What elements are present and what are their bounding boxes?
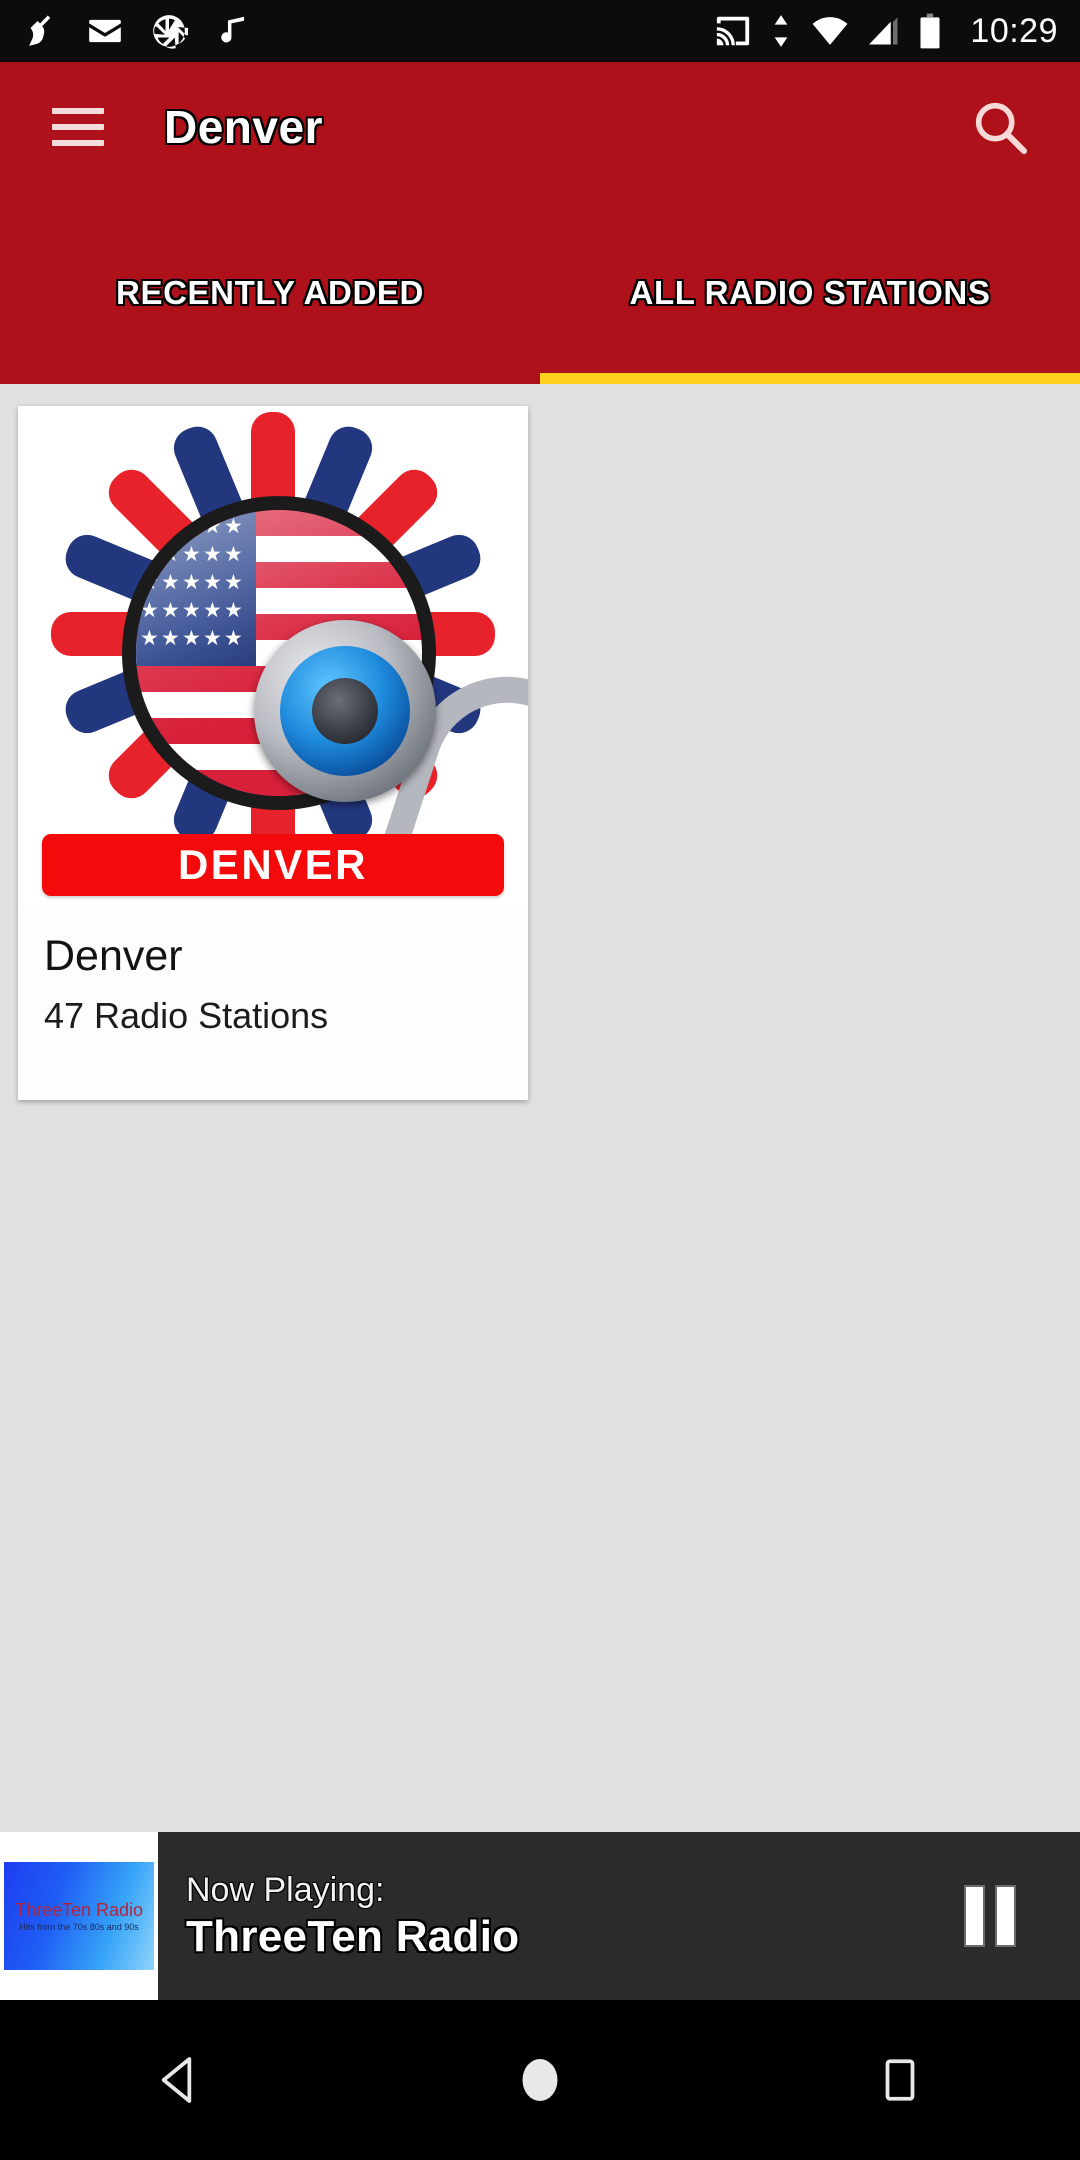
status-bar-clock: 10:29 <box>970 12 1058 50</box>
app-bar-top-row: Denver <box>0 62 1080 192</box>
pause-bar-left <box>966 1887 983 1945</box>
email-icon <box>89 19 121 43</box>
camera-aperture-icon <box>153 15 188 49</box>
flag-star: ★ <box>161 515 180 538</box>
search-icon[interactable] <box>968 95 1032 159</box>
music-note-icon <box>221 16 245 43</box>
flag-star: ★ <box>140 543 159 566</box>
logo-city-banner-label: DENVER <box>177 841 369 888</box>
wifi-icon <box>812 17 848 45</box>
tab-recently-added-label: RECENTLY ADDED <box>116 274 424 311</box>
recents-square-icon <box>885 2059 915 2101</box>
denver-usa-radio-logo: ★★★★★★★★★★★★★★★★★★★★★★★★★ DENVER <box>18 406 528 910</box>
logo-headphone-icon <box>254 620 528 910</box>
content-area: ★★★★★★★★★★★★★★★★★★★★★★★★★ DENVER Denv <box>0 384 1080 1832</box>
status-bar: 10:29 <box>0 0 1080 62</box>
cast-icon <box>717 16 750 46</box>
recents-button[interactable] <box>840 2020 960 2140</box>
back-button[interactable] <box>120 2020 240 2140</box>
tab-all-radio-stations-label: ALL RADIO STATIONS <box>629 274 991 311</box>
broom-icon <box>29 15 51 46</box>
now-playing-thumbnail: ThreeTen Radio Hits from the 70s 80s and… <box>0 1832 158 2000</box>
station-group-card[interactable]: ★★★★★★★★★★★★★★★★★★★★★★★★★ DENVER Denv <box>18 406 528 1100</box>
status-bar-notification-icons <box>0 12 252 50</box>
data-transfer-icon <box>775 15 788 47</box>
tab-selected-indicator <box>540 373 1080 384</box>
tab-bar: RECENTLY ADDED ALL RADIO STATIONS <box>0 258 1080 384</box>
flag-star: ★ <box>140 515 159 538</box>
tab-recently-added[interactable]: RECENTLY ADDED <box>0 258 540 384</box>
home-circle-icon <box>522 2059 558 2101</box>
logo-city-banner: DENVER <box>42 834 504 896</box>
now-playing-thumbnail-tagline: Hits from the 70s 80s and 90s <box>19 1921 139 1932</box>
now-playing-station-name: ThreeTen Radio <box>186 1911 520 1961</box>
pause-bar-right <box>997 1887 1014 1945</box>
pause-icon[interactable] <box>948 1874 1032 1958</box>
card-artwork: ★★★★★★★★★★★★★★★★★★★★★★★★★ DENVER <box>18 406 528 910</box>
home-button[interactable] <box>480 2020 600 2140</box>
app-bar: Denver RECENTLY ADDED ALL RADIO STATIONS <box>0 62 1080 384</box>
app-screen: 10:29 Denver RECENTLY ADDED ALL RADIO ST… <box>0 0 1080 2160</box>
now-playing-label: Now Playing: <box>186 1870 385 1909</box>
now-playing-thumbnail-title: ThreeTen Radio <box>14 1899 144 1920</box>
card-subtitle: 47 Radio Stations <box>44 995 329 1037</box>
battery-icon <box>920 13 940 49</box>
card-text-block: Denver 47 Radio Stations <box>18 910 528 1037</box>
headphone-core <box>312 678 378 744</box>
status-bar-system-icons: 10:29 <box>714 12 1080 50</box>
page-title: Denver <box>164 101 323 153</box>
android-navigation-bar <box>0 2000 1080 2160</box>
back-triangle-icon <box>161 2057 192 2103</box>
cellular-signal-icon <box>869 17 898 45</box>
card-title: Denver <box>44 932 183 980</box>
now-playing-bar[interactable]: ThreeTen Radio Hits from the 70s 80s and… <box>0 1832 1080 2000</box>
tab-all-radio-stations[interactable]: ALL RADIO STATIONS <box>540 258 1080 384</box>
hamburger-menu-icon[interactable] <box>52 108 104 146</box>
now-playing-text: Now Playing: ThreeTen Radio <box>186 1871 519 1962</box>
now-playing-thumbnail-art: ThreeTen Radio Hits from the 70s 80s and… <box>4 1862 154 1970</box>
